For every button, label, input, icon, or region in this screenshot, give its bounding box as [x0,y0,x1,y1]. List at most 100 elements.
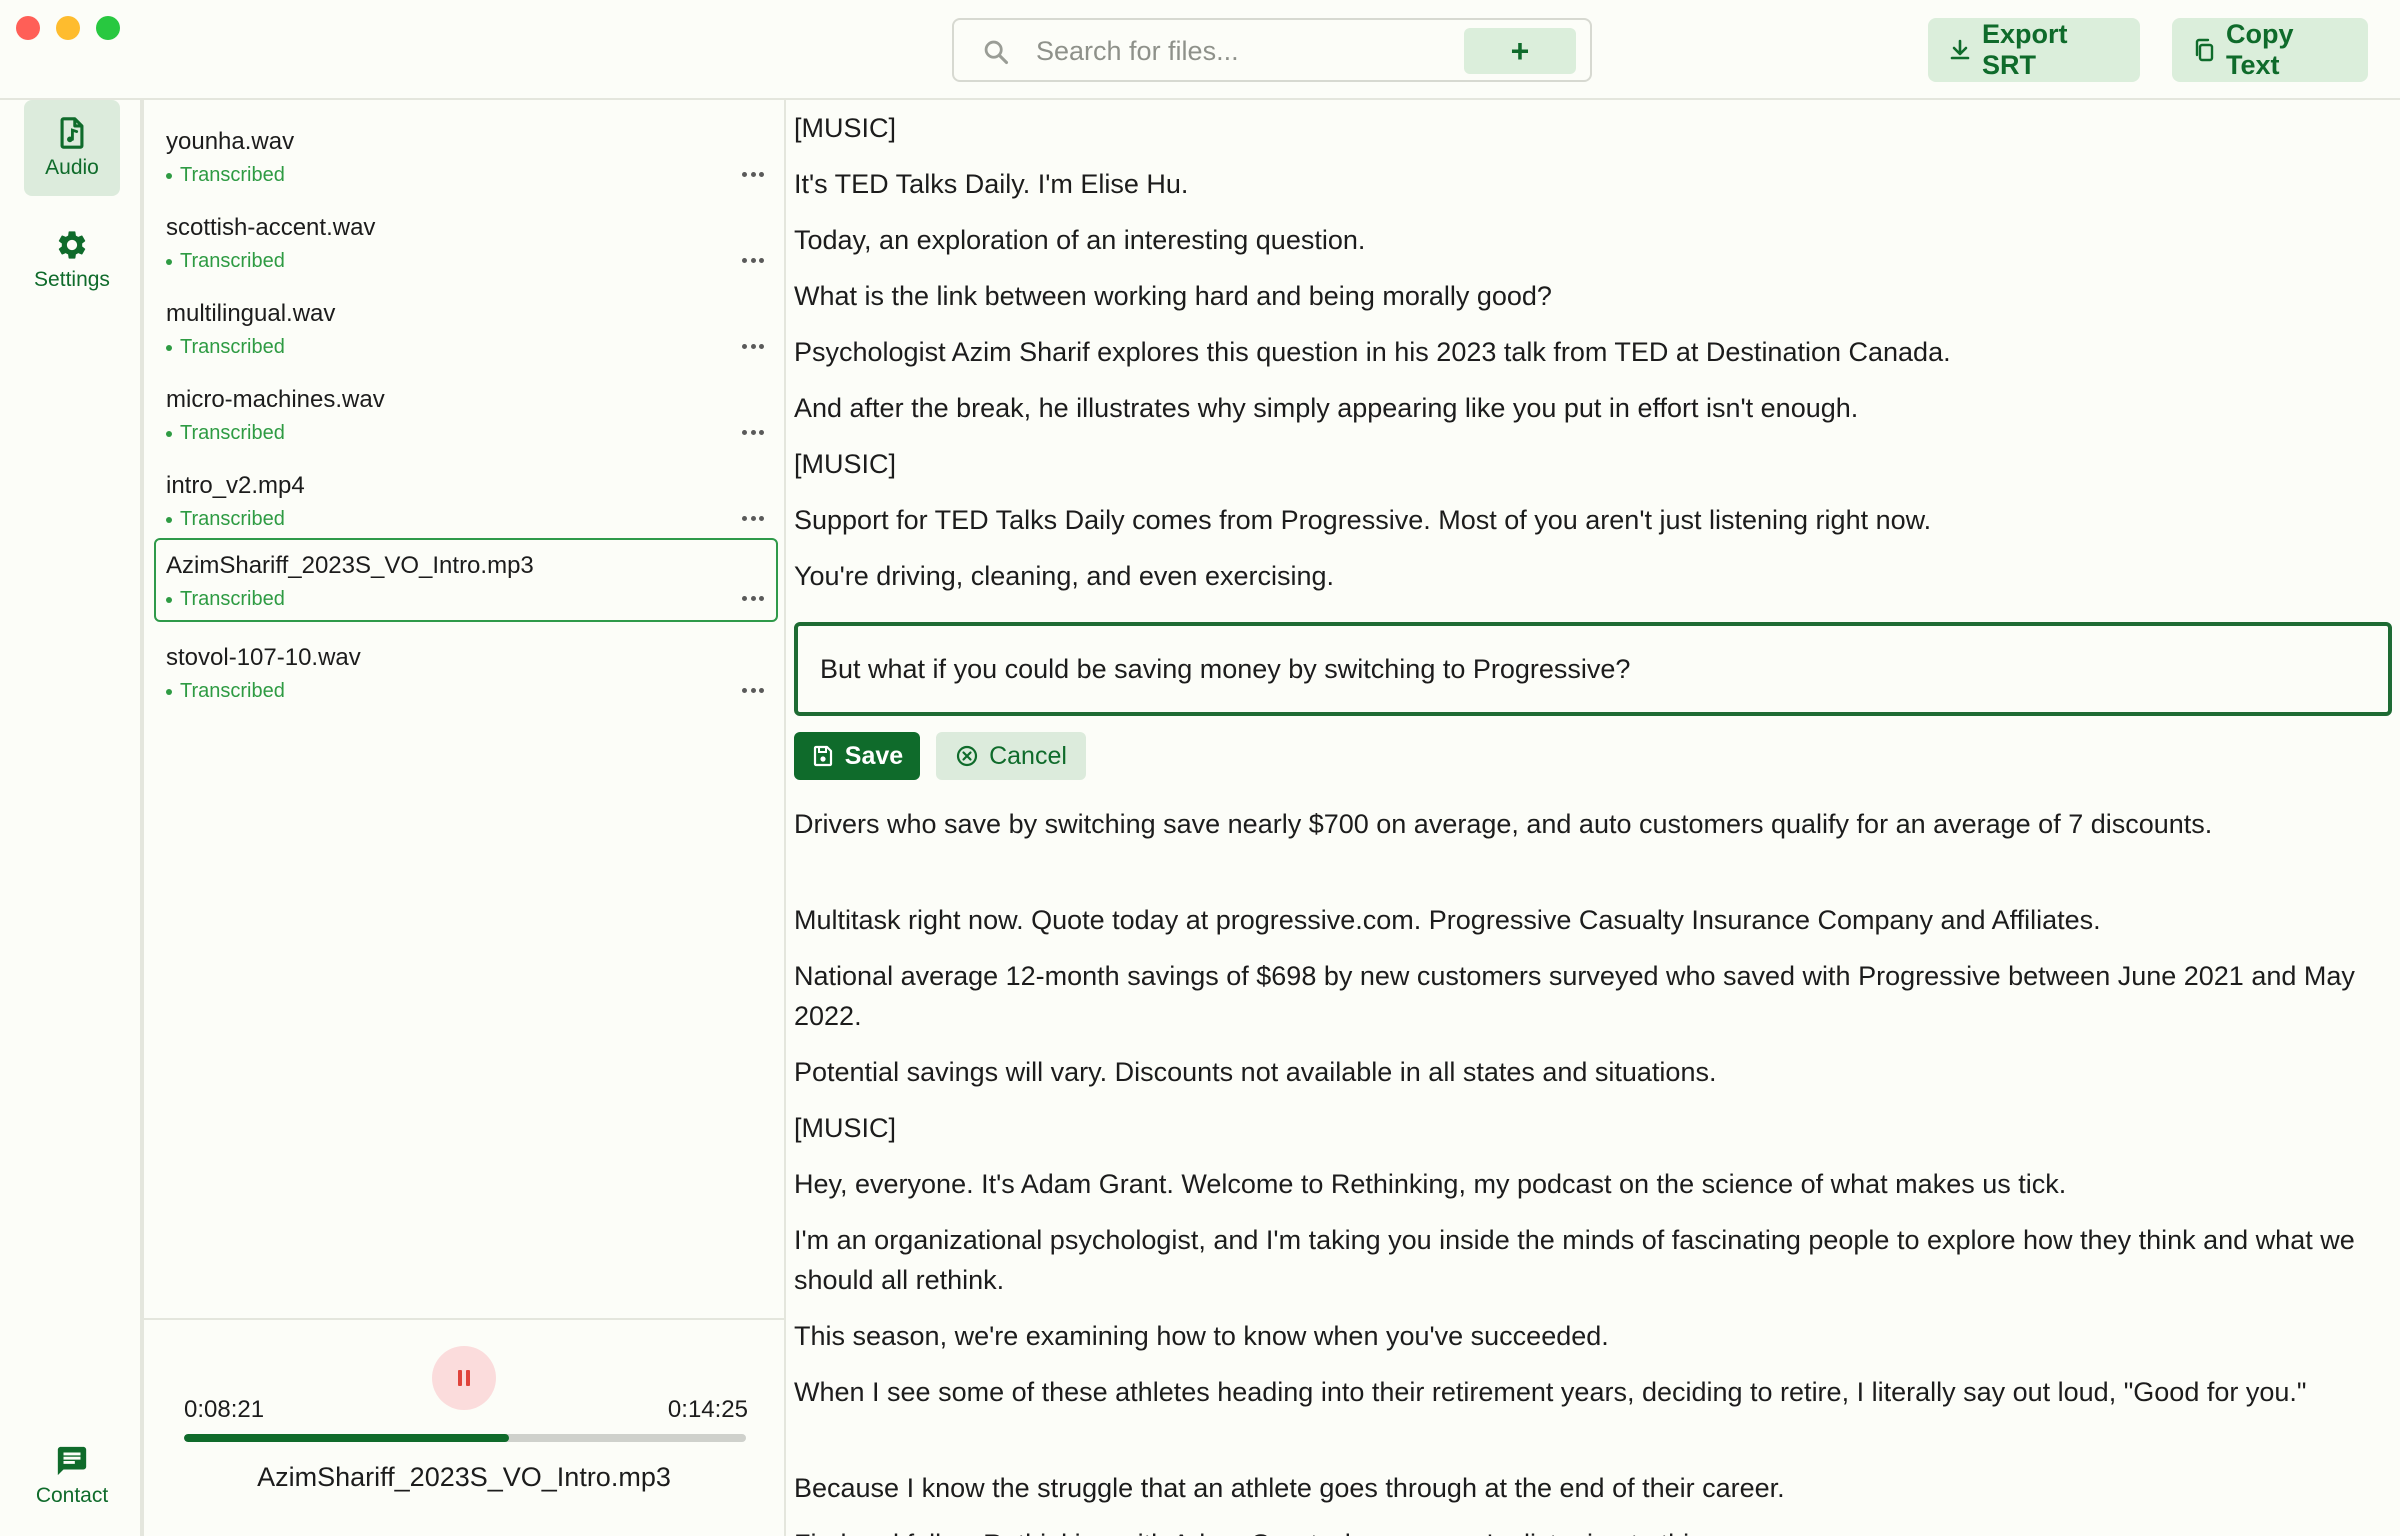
file-item[interactable]: micro-machines.wav Transcribed [154,372,778,456]
status-dot [166,596,172,603]
transcript-line[interactable]: Drivers who save by switching save nearl… [794,804,2384,844]
save-icon [813,745,832,767]
file-name: multilingual.wav [166,300,336,327]
transcript-line[interactable]: Support for TED Talks Daily comes from P… [794,500,2384,540]
file-status-label: Transcribed [180,422,285,444]
copy-text-button[interactable]: Copy Text [2172,18,2368,82]
transcript-line[interactable]: You're driving, cleaning, and even exerc… [794,556,2384,596]
transcript-line[interactable]: [MUSIC] [794,444,2384,484]
playback-progress-fill [184,1434,510,1442]
file-name: AzimShariff_2023S_VO_Intro.mp3 [166,552,534,579]
more-options-icon[interactable] [742,596,764,602]
transcript-line[interactable]: Find and follow Rethinking with Adam Gra… [794,1524,2384,1536]
save-button[interactable]: Save [794,732,920,780]
total-time: 0:14:25 [667,1396,748,1423]
more-options-icon[interactable] [742,344,764,350]
more-options-icon[interactable] [742,172,764,178]
cancel-label: Cancel [989,741,1067,770]
copy-icon [2195,38,2214,62]
file-name: stovol-107-10.wav [166,644,361,671]
export-srt-button[interactable]: Export SRT [1928,18,2140,82]
audio-file-icon [60,117,84,149]
transcript-line[interactable]: I'm an organizational psychologist, and … [794,1220,2384,1300]
file-status-label: Transcribed [180,336,285,358]
nav-item-contact[interactable]: Contact [24,1428,120,1524]
close-window-button[interactable] [16,16,40,40]
file-name: micro-machines.wav [166,386,385,413]
current-time: 0:08:21 [184,1396,265,1423]
file-status: Transcribed [166,588,285,611]
transcript-line[interactable]: National average 12-month savings of $69… [794,956,2384,1036]
file-item[interactable]: scottish-accent.wav Transcribed [154,200,778,284]
status-dot [166,258,172,265]
chat-icon [57,1446,87,1476]
more-options-icon[interactable] [742,688,764,694]
download-icon [1950,39,1970,60]
transcript-line-editor[interactable]: But what if you could be saving money by… [794,622,2392,716]
cancel-circle-icon [956,745,978,767]
file-status: Transcribed [166,422,285,445]
file-item[interactable]: younha.wav Transcribed [154,114,778,198]
file-name: intro_v2.mp4 [166,472,305,499]
file-status: Transcribed [166,680,285,703]
file-item[interactable]: multilingual.wav Transcribed [154,286,778,370]
copy-text-label: Copy Text [2226,19,2294,80]
status-dot [166,344,172,351]
transcript-line[interactable]: Because I know the struggle that an athl… [794,1468,2384,1508]
file-status-label: Transcribed [180,164,285,186]
transcript-line[interactable]: What is the link between working hard an… [794,276,2384,316]
transcript-line[interactable]: It's TED Talks Daily. I'm Elise Hu. [794,164,2384,204]
file-status: Transcribed [166,164,285,187]
export-srt-label: Export SRT [1982,19,2068,80]
audio-player: 0:08:21 0:14:25 AzimShariff_2023S_VO_Int… [142,1318,786,1536]
transcript-line[interactable]: This season, we're examining how to know… [794,1316,2384,1356]
file-item[interactable]: stovol-107-10.wav Transcribed [154,630,778,714]
transcript-line[interactable]: Multitask right now. Quote today at prog… [794,900,2384,940]
transcript-line[interactable]: [MUSIC] [794,1108,2384,1148]
nav-item-settings[interactable]: Settings [24,212,120,308]
status-dot [166,688,172,695]
now-playing-file-name: AzimShariff_2023S_VO_Intro.mp3 [257,1462,671,1492]
save-label: Save [844,741,904,770]
playback-progress-bar[interactable] [184,1434,746,1442]
file-name: scottish-accent.wav [166,214,376,241]
search-icon [984,40,1009,65]
title-bar: + Export SRT Copy Text [0,0,2400,100]
file-item[interactable]: intro_v2.mp4 Transcribed [154,458,778,542]
status-dot [166,430,172,437]
transcript-line[interactable]: Today, an exploration of an interesting … [794,220,2384,260]
gear-icon [58,231,86,259]
search-bar: + [952,18,1592,82]
search-input[interactable] [1036,32,1416,70]
pause-button[interactable] [432,1346,496,1410]
nav-rail: Audio Settings Contact [0,100,142,1536]
transcript-line[interactable]: Potential savings will vary. Discounts n… [794,1052,2384,1092]
transcript-line[interactable]: Psychologist Azim Sharif explores this q… [794,332,2384,372]
transcript-line[interactable]: And after the break, he illustrates why … [794,388,2384,428]
zoom-window-button[interactable] [96,16,120,40]
file-status-label: Transcribed [180,508,285,530]
file-status: Transcribed [166,250,285,273]
nav-item-audio[interactable]: Audio [24,100,120,196]
status-dot [166,516,172,523]
file-name: younha.wav [166,128,295,155]
nav-contact-label: Contact [35,1484,109,1507]
transcript-line[interactable]: Hey, everyone. It's Adam Grant. Welcome … [794,1164,2384,1204]
more-options-icon[interactable] [742,258,764,264]
transcript-line[interactable]: [MUSIC] [794,108,2384,148]
nav-audio-label: Audio [45,156,99,179]
file-item-selected[interactable]: AzimShariff_2023S_VO_Intro.mp3 Transcrib… [154,538,778,622]
more-options-icon[interactable] [742,516,764,522]
file-status-label: Transcribed [180,680,285,702]
add-file-button[interactable]: + [1464,28,1576,74]
file-status-label: Transcribed [180,250,285,272]
file-status-label: Transcribed [180,588,285,610]
transcript-line[interactable]: When I see some of these athletes headin… [794,1372,2384,1412]
minimize-window-button[interactable] [56,16,80,40]
nav-settings-label: Settings [34,268,110,291]
pause-icon [458,1370,470,1386]
cancel-button[interactable]: Cancel [936,732,1086,780]
transcript-panel: [MUSIC] It's TED Talks Daily. I'm Elise … [786,100,2400,1536]
more-options-icon[interactable] [742,430,764,436]
status-dot [166,172,172,179]
